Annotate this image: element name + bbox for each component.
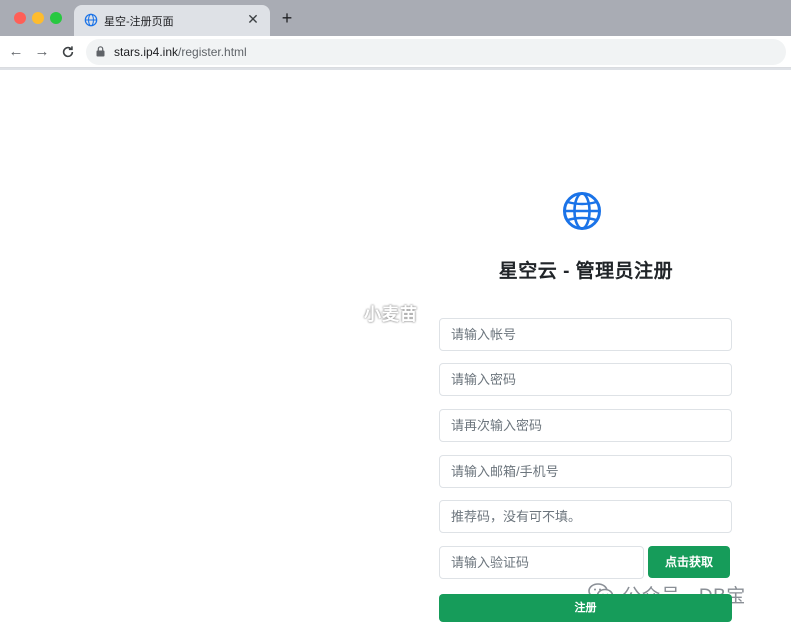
account-input[interactable] xyxy=(439,318,732,351)
watermark-text: 小麦苗 xyxy=(364,305,418,324)
url-text: stars.ip4.ink/register.html xyxy=(114,45,247,59)
forward-arrow-icon[interactable]: → xyxy=(32,42,52,62)
page-title: 星空云 - 管理员注册 xyxy=(498,261,674,282)
reload-icon[interactable] xyxy=(58,42,78,62)
maximize-window-button[interactable] xyxy=(50,12,62,24)
register-button[interactable]: 注册 xyxy=(439,594,732,622)
globe-icon xyxy=(563,192,601,230)
browser-chrome: 星空-注册页面 ✕ + ← → stars.ip4.ink/register.h… xyxy=(0,0,791,70)
address-bar[interactable]: stars.ip4.ink/register.html xyxy=(86,39,786,65)
password-confirm-input[interactable] xyxy=(439,409,732,442)
verification-code-input[interactable] xyxy=(439,546,644,579)
lock-icon xyxy=(96,46,105,57)
new-tab-button[interactable]: + xyxy=(278,9,296,27)
password-input[interactable] xyxy=(439,363,732,396)
url-path: /register.html xyxy=(178,45,247,59)
get-code-button[interactable]: 点击获取 xyxy=(648,546,730,578)
browser-tab[interactable]: 星空-注册页面 ✕ xyxy=(74,5,270,36)
title-bar: 星空-注册页面 ✕ + xyxy=(0,0,791,36)
email-phone-input[interactable] xyxy=(439,455,732,488)
globe-icon xyxy=(84,13,98,27)
close-window-button[interactable] xyxy=(14,12,26,24)
back-arrow-icon[interactable]: ← xyxy=(6,42,26,62)
referral-code-input[interactable] xyxy=(439,500,732,533)
register-page: 星空云 - 管理员注册 小麦苗 点击获取 公众号 · DB宝 注册 xyxy=(0,70,791,624)
tab-close-icon[interactable]: ✕ xyxy=(244,10,262,28)
tab-title: 星空-注册页面 xyxy=(104,16,174,28)
url-host: stars.ip4.ink xyxy=(114,45,179,59)
minimize-window-button[interactable] xyxy=(32,12,44,24)
browser-toolbar: ← → stars.ip4.ink/register.html xyxy=(0,36,791,68)
